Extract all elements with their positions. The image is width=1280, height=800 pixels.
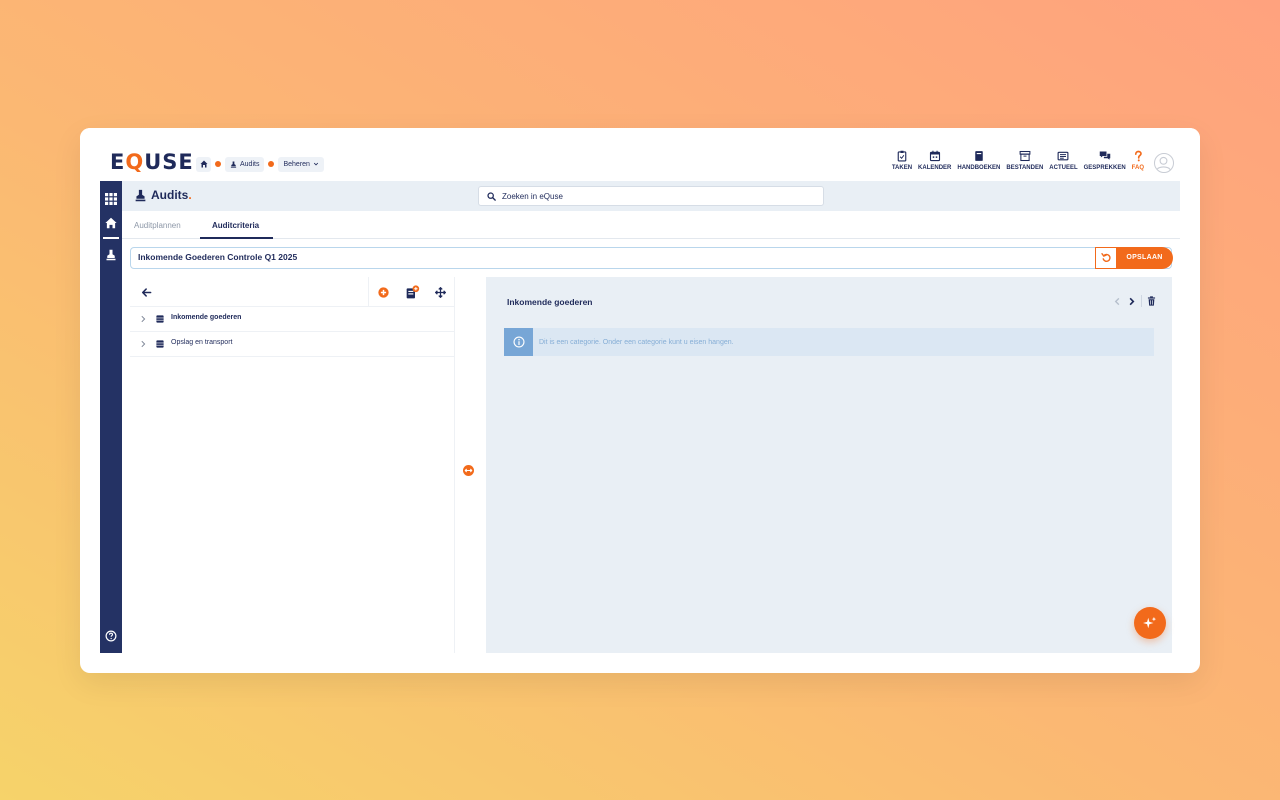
page-title: Audits. — [134, 188, 192, 202]
ai-assistant-button[interactable] — [1134, 607, 1166, 639]
info-message: Dit is een categorie. Onder een categori… — [539, 338, 734, 346]
nav-kalender[interactable]: KALENDER — [918, 150, 951, 176]
chevron-right-icon[interactable] — [1127, 297, 1136, 306]
criteria-tree-panel: Inkomende goederen Opslag en transport — [130, 277, 455, 653]
user-avatar[interactable] — [1154, 153, 1174, 173]
stamp-icon — [135, 189, 146, 201]
search-box[interactable] — [478, 186, 824, 206]
nav-taken[interactable]: TAKEN — [892, 150, 912, 176]
panel-resize-handle-icon[interactable] — [463, 465, 474, 476]
stamp-icon — [230, 160, 237, 168]
breadcrumb-audits[interactable]: Audits — [225, 156, 265, 172]
search-icon — [487, 191, 496, 201]
trash-icon[interactable] — [1147, 296, 1156, 306]
sidebar — [100, 181, 122, 653]
top-bar: EQUSE Audits Beheren TAKEN KALENDER HAND… — [80, 128, 1200, 180]
info-alert: Dit is een categorie. Onder een categori… — [504, 328, 1154, 356]
stamp-icon[interactable] — [105, 249, 117, 261]
breadcrumb-beheren-dropdown[interactable]: Beheren — [278, 156, 324, 172]
nav-gesprekken[interactable]: GESPREKKEN — [1084, 150, 1126, 176]
home-icon — [200, 160, 207, 168]
sidebar-divider — [103, 237, 119, 239]
info-icon-box — [504, 328, 533, 356]
add-requirement-button[interactable] — [398, 277, 426, 307]
help-circle-icon[interactable] — [105, 630, 117, 642]
detail-toolbar — [1113, 295, 1156, 307]
chevron-left-icon[interactable] — [1113, 297, 1122, 306]
sparkle-icon — [1143, 616, 1157, 629]
move-button[interactable] — [426, 277, 454, 307]
undo-icon — [1100, 253, 1111, 262]
save-button[interactable]: OPSLAAN — [1116, 246, 1173, 269]
back-button[interactable] — [132, 277, 160, 307]
equse-logo[interactable]: EQUSE — [110, 151, 194, 173]
question-icon — [1134, 150, 1142, 162]
chevron-right-icon[interactable] — [139, 340, 147, 348]
audit-name-row: OPSLAAN — [130, 246, 1173, 269]
clipboard-icon — [897, 150, 907, 162]
active-tab-indicator — [200, 237, 273, 239]
detail-panel: Inkomende goederen Dit is een categorie.… — [486, 277, 1172, 653]
breadcrumb-separator-icon — [215, 161, 221, 167]
toolbar-divider — [1141, 295, 1142, 307]
chevron-right-icon[interactable] — [139, 315, 147, 323]
category-icon — [156, 315, 164, 323]
arrow-left-icon — [141, 287, 151, 297]
breadcrumb-home[interactable] — [196, 156, 211, 172]
tree-toolbar — [130, 277, 455, 307]
book-icon — [975, 151, 983, 161]
search-input[interactable] — [502, 191, 802, 201]
nav-faq[interactable]: FAQ — [1132, 150, 1144, 176]
nav-bestanden[interactable]: BESTANDEN — [1006, 150, 1043, 176]
top-navigation: TAKEN KALENDER HANDBOEKEN BESTANDEN ACTU… — [892, 150, 1144, 176]
tree-item-label: Inkomende goederen — [171, 314, 242, 321]
tree-item-opslag-en-transport[interactable]: Opslag en transport — [130, 332, 455, 357]
move-arrows-icon — [434, 286, 446, 298]
audit-name-input[interactable] — [138, 252, 1078, 262]
undo-button[interactable] — [1095, 246, 1117, 269]
grid-icon[interactable] — [105, 193, 117, 205]
category-icon — [156, 340, 164, 348]
detail-title: Inkomende goederen — [507, 297, 593, 307]
tab-auditplannen[interactable]: Auditplannen — [134, 221, 181, 239]
plus-circle-icon — [377, 286, 389, 298]
nav-handboeken[interactable]: HANDBOEKEN — [957, 150, 1000, 176]
chevron-down-icon — [313, 162, 319, 166]
breadcrumb: Audits Beheren — [196, 156, 324, 172]
page-header: Audits. — [122, 181, 1180, 211]
user-icon — [1156, 156, 1171, 171]
nav-actueel[interactable]: ACTUEEL — [1049, 150, 1078, 176]
newspaper-icon — [1058, 151, 1069, 161]
tree-item-label: Opslag en transport — [171, 339, 233, 346]
calendar-icon — [929, 150, 940, 162]
tab-bar: Auditplannen Auditcriteria — [122, 211, 1180, 239]
chat-icon — [1099, 151, 1110, 160]
tree-item-inkomende-goederen[interactable]: Inkomende goederen — [130, 307, 455, 332]
home-icon[interactable] — [105, 217, 117, 229]
document-plus-icon — [406, 284, 419, 298]
archive-icon — [1019, 150, 1031, 162]
app-window: EQUSE Audits Beheren TAKEN KALENDER HAND… — [80, 128, 1200, 673]
breadcrumb-separator-icon — [268, 161, 275, 167]
add-category-button[interactable] — [369, 277, 397, 307]
info-icon — [512, 336, 525, 348]
